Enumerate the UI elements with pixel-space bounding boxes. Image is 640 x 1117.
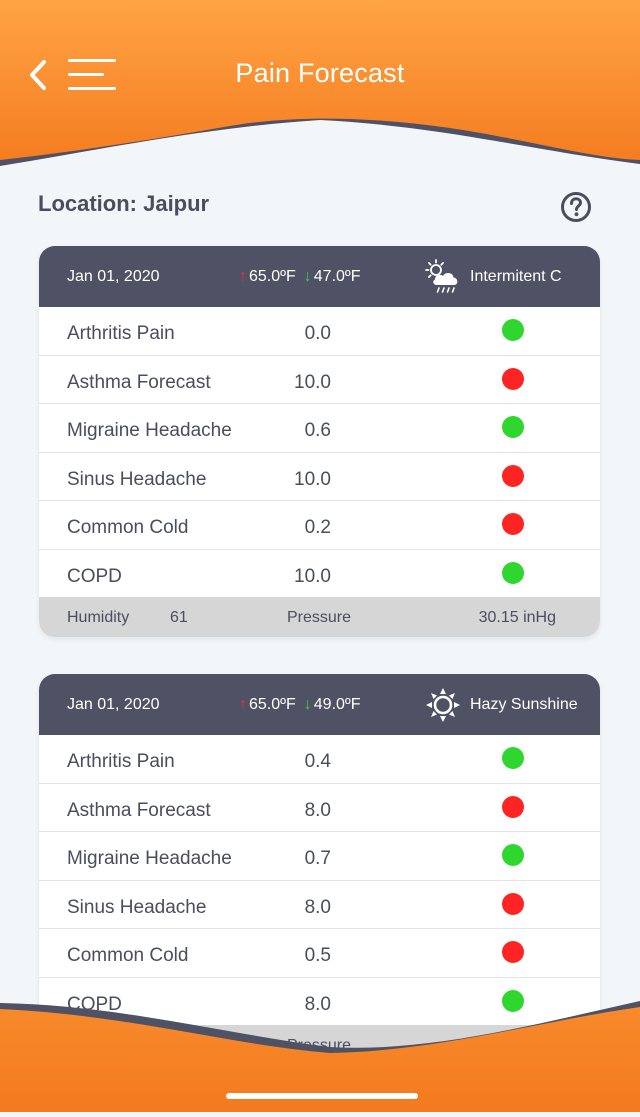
bottom-bar	[0, 995, 640, 1112]
page-title: Pain Forecast	[235, 58, 405, 88]
condition-name: Arthritis Pain	[67, 323, 175, 344]
low-temp: 47.0ºF	[313, 268, 361, 285]
status-indicator	[502, 892, 524, 915]
condition-name: Arthritis Pain	[67, 751, 175, 772]
card-footer: Humidity 61 Pressure 30.15 inHg	[39, 597, 600, 637]
card-header: Jan 01, 2020 ↑ 65.0ºF ↓ 47.0ºF Intermitent …	[39, 246, 600, 307]
condition-name: COPD	[67, 565, 122, 587]
forecast-value: 0.4	[304, 751, 331, 772]
arrow-down-icon: ↓	[303, 696, 312, 713]
status-indicator	[502, 464, 524, 487]
status-indicator	[502, 941, 524, 963]
weather-condition: Intermitent C	[470, 268, 562, 285]
app-header: Pain Forecast	[0, 0, 640, 170]
high-temp: 65.0ºF	[249, 268, 296, 285]
status-indicator	[502, 747, 524, 769]
forecast-value: 0.5	[304, 945, 331, 966]
status-indicator	[502, 561, 524, 584]
arrow-down-icon: ↓	[303, 268, 312, 285]
forecast-row[interactable]: COPD 10.0	[39, 550, 600, 598]
humidity-label: Humidity	[67, 609, 130, 626]
status-indicator	[502, 319, 524, 341]
forecast-value: 0.2	[304, 517, 331, 538]
help-button[interactable]	[560, 191, 592, 223]
forecast-row[interactable]: Migraine Headache 0.6	[39, 404, 600, 453]
forecast-value: 8.0	[304, 896, 331, 918]
home-indicator[interactable]	[226, 1093, 418, 1099]
high-temp: 65.0ºF	[249, 696, 296, 713]
forecast-card: Jan 01, 2020 ↑ 65.0ºF ↓ 47.0ºF Intermitent …	[39, 246, 600, 637]
forecast-value: 10.0	[294, 565, 331, 587]
forecast-date: Jan 01, 2020	[67, 268, 160, 285]
cloud-sun-rain-icon	[425, 259, 458, 293]
condition-name: Migraine Headache	[67, 848, 232, 869]
forecast-value: 0.6	[304, 420, 331, 441]
temperature-range: ↑ 65.0ºF ↓ 47.0ºF	[239, 268, 361, 286]
forecast-value: 8.0	[304, 799, 331, 821]
forecast-value: 0.0	[304, 323, 331, 344]
forecast-value: 10.0	[294, 371, 331, 393]
weather-condition: Hazy Sunshine	[470, 696, 578, 713]
forecast-row[interactable]: Asthma Forecast 8.0	[39, 784, 600, 832]
card-header: Jan 01, 2020 ↑ 65.0ºF ↓ 49.0ºF Hazy Sunshin…	[39, 674, 600, 735]
condition-name: Common Cold	[67, 517, 189, 538]
status-indicator	[502, 416, 524, 438]
forecast-row[interactable]: Migraine Headache 0.7	[39, 832, 600, 881]
forecast-row[interactable]: Arthritis Pain 0.0	[39, 307, 600, 356]
arrow-up-icon: ↑	[239, 268, 247, 285]
forecast-row[interactable]: Sinus Headache 8.0	[39, 881, 600, 929]
forecast-list: Arthritis Pain 0.4 Asthma Forecast 8.0 Migra…	[39, 735, 600, 1025]
pressure-label: Pressure	[287, 609, 352, 626]
condition-name: Migraine Headache	[67, 420, 232, 441]
condition-name: Asthma Forecast	[67, 799, 211, 821]
forecast-row[interactable]: Sinus Headache 10.0	[39, 453, 600, 501]
condition-name: Sinus Headache	[67, 896, 207, 918]
location-label: Location: Jaipur	[38, 191, 210, 216]
humidity-value: 61	[170, 609, 188, 626]
forecast-row[interactable]: Common Cold 0.2	[39, 501, 600, 550]
status-indicator	[502, 367, 524, 390]
forecast-row[interactable]: Common Cold 0.5	[39, 929, 600, 978]
condition-name: Common Cold	[67, 945, 189, 966]
forecast-value: 0.7	[304, 848, 331, 869]
forecast-date: Jan 01, 2020	[67, 696, 160, 713]
status-indicator	[502, 795, 524, 818]
low-temp: 49.0ºF	[313, 696, 361, 713]
forecast-value: 10.0	[294, 468, 331, 490]
arrow-up-icon: ↑	[239, 696, 247, 713]
forecast-row[interactable]: Arthritis Pain 0.4	[39, 735, 600, 784]
pressure-value: 30.15 inHg	[478, 609, 556, 626]
question-icon	[561, 192, 591, 222]
condition-name: Sinus Headache	[67, 468, 207, 490]
forecast-list: Arthritis Pain 0.0 Asthma Forecast 10.0 Migr…	[39, 307, 600, 597]
condition-name: Asthma Forecast	[67, 371, 211, 393]
status-indicator	[502, 844, 524, 866]
temperature-range: ↑ 65.0ºF ↓ 49.0ºF	[239, 696, 361, 714]
status-indicator	[502, 513, 524, 535]
sun-icon	[426, 688, 460, 722]
forecast-row[interactable]: Asthma Forecast 10.0	[39, 356, 600, 404]
